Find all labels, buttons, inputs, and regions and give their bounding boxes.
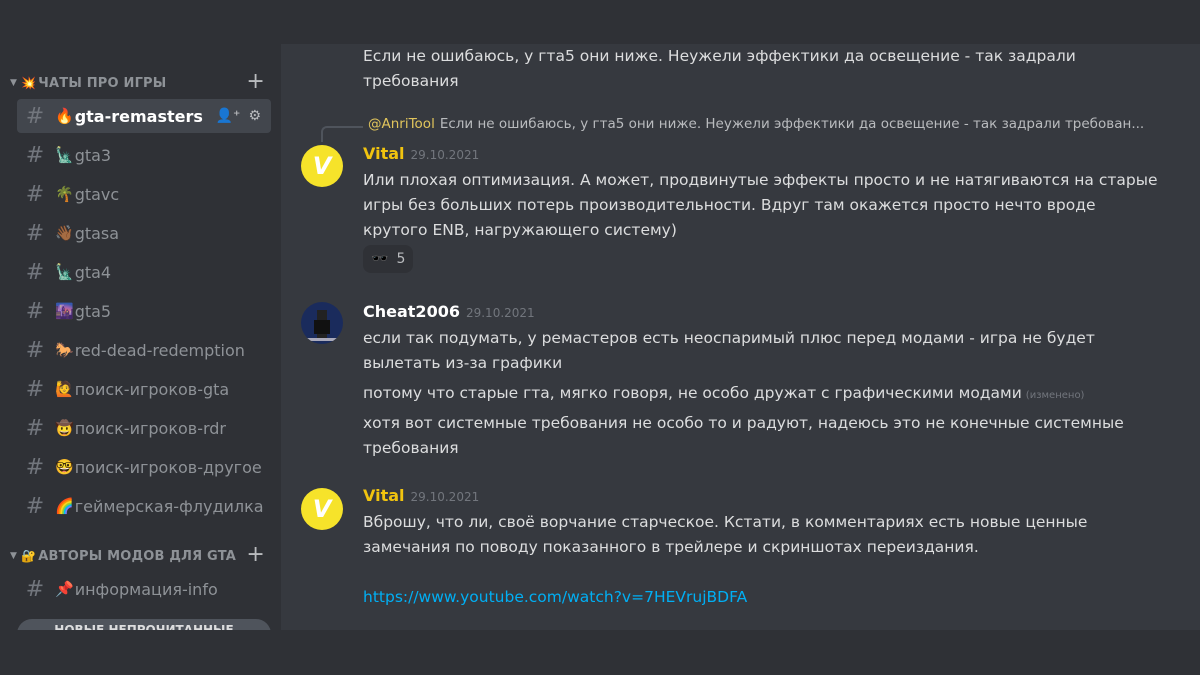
channel-label: gta4 — [74, 262, 112, 282]
message-text: Вброшу, что ли, своё ворчание старческое… — [363, 513, 1088, 556]
reply-connector — [321, 126, 363, 142]
channel-emoji: 🤓 — [55, 458, 74, 476]
message-text: если так подумать, у ремастеров есть нео… — [363, 329, 1095, 372]
timestamp: 29.10.2021 — [410, 148, 480, 162]
channel-find-players-other[interactable]: # 🤓 поиск-игроков-другое — [17, 450, 271, 484]
channel-label: gta3 — [74, 145, 112, 165]
minecraft-skin-icon — [307, 310, 337, 341]
category-emoji: 🔐 — [21, 549, 37, 563]
channel-find-players-rdr[interactable]: # 🤠 поиск-игроков-rdr — [17, 411, 271, 445]
new-unread-button[interactable]: НОВЫЕ НЕПРОЧИТАННЫЕ — [17, 619, 271, 630]
chevron-down-icon: ▼ — [10, 78, 18, 88]
channel-label: gta-remasters — [74, 106, 203, 126]
avatar[interactable]: V — [301, 145, 343, 187]
gear-icon[interactable]: ⚙ — [248, 108, 261, 124]
channel-emoji: 👋🏾 — [55, 224, 74, 242]
hash-icon: # — [25, 376, 45, 402]
hash-icon: # — [25, 220, 45, 246]
channel-label: поиск-игроков-rdr — [74, 418, 227, 438]
channel-gtasa[interactable]: # 👋🏾 gtasa — [17, 216, 271, 250]
message-text: хотя вот системные требования не особо т… — [363, 414, 1124, 457]
channel-label: gtavc — [74, 184, 120, 204]
channel-label: геймерская-флудилка — [74, 496, 264, 516]
channel-emoji: 🙋 — [55, 380, 74, 398]
category-games-chats[interactable]: ▼ 💥 ЧАТЫ ПРО ИГРЫ + — [10, 69, 265, 94]
channel-label: поиск-игроков-другое — [74, 457, 262, 477]
channel-red-dead-redemption[interactable]: # 🐎 red-dead-redemption — [17, 333, 271, 367]
channel-emoji: 🌆 — [55, 302, 74, 320]
hash-icon: # — [25, 415, 45, 441]
channel-gtavc[interactable]: # 🌴 gtavc — [17, 177, 271, 211]
channel-emoji: 📌 — [55, 580, 74, 598]
edited-label: (изменено) — [1025, 390, 1085, 401]
category-emoji: 💥 — [21, 76, 37, 90]
message-area: Если не ошибаюсь, у гта5 они ниже. Неуже… — [281, 44, 1200, 630]
hash-icon: # — [25, 493, 45, 519]
category-label: ЧАТЫ ПРО ИГРЫ — [38, 75, 167, 91]
channel-emoji: 🔥 — [55, 107, 74, 125]
youtube-link[interactable]: https://www.youtube.com/watch?v=7HEVrujB… — [363, 585, 1163, 610]
avatar[interactable] — [301, 302, 343, 344]
category-mod-authors[interactable]: ▼ 🔐 АВТОРЫ МОДОВ ДЛЯ GTA + — [10, 542, 265, 567]
channel-emoji: 🗽 — [55, 263, 74, 281]
avatar[interactable]: V — [301, 488, 343, 530]
channel-label: gtasa — [74, 223, 120, 243]
top-bar — [0, 0, 1200, 44]
create-channel-icon[interactable]: + — [246, 69, 265, 94]
channel-emoji: 🌴 — [55, 185, 74, 203]
channel-gamer-flood[interactable]: # 🌈 геймерская-флудилка — [17, 489, 271, 523]
channel-gta3[interactable]: # 🗽 gta3 — [17, 138, 271, 172]
hash-icon: # — [25, 337, 45, 363]
category-label: АВТОРЫ МОДОВ ДЛЯ GTA — [38, 548, 237, 564]
channel-gta-remasters[interactable]: # 🔥 gta-remasters 👤⁺ ⚙ — [17, 99, 271, 133]
channel-find-players-gta[interactable]: # 🙋 поиск-игроков-gta — [17, 372, 271, 406]
message-text: Если не ошибаюсь, у гта5 они ниже. Неуже… — [363, 47, 1076, 90]
timestamp: 29.10.2021 — [465, 306, 535, 320]
author-name[interactable]: Cheat2006 — [363, 302, 460, 321]
channel-label: поиск-игроков-gta — [74, 379, 230, 399]
message-text: потому что старые гта, мягко говоря, не … — [363, 381, 1163, 408]
channel-gta5[interactable]: # 🌆 gta5 — [17, 294, 271, 328]
reply-author[interactable]: @AnriTool — [368, 116, 435, 132]
reaction-count: 5 — [396, 251, 406, 267]
channel-label: gta5 — [74, 301, 112, 321]
hash-icon: # — [25, 576, 45, 602]
hash-icon: # — [25, 298, 45, 324]
channel-emoji: 🤠 — [55, 419, 74, 437]
channel-label: информация-info — [74, 579, 218, 599]
hash-icon: # — [25, 142, 45, 168]
message-line: потому что старые гта, мягко говоря, не … — [363, 384, 1022, 402]
channel-gta4[interactable]: # 🗽 gta4 — [17, 255, 271, 289]
channel-emoji: 🐎 — [55, 341, 74, 359]
reply-preview[interactable]: @AnriTool Если не ошибаюсь, у гта5 они н… — [363, 116, 1143, 132]
author-name[interactable]: Vital — [363, 144, 405, 163]
message-text: Или плохая оптимизация. А может, продвин… — [363, 171, 1158, 239]
create-channel-icon[interactable]: + — [246, 542, 265, 567]
message-author[interactable]: Vital 29.10.2021 — [363, 486, 479, 505]
channel-emoji: 🗽 — [55, 146, 74, 164]
hash-icon: # — [25, 181, 45, 207]
invite-member-icon[interactable]: 👤⁺ — [216, 108, 241, 124]
message-author[interactable]: Vital 29.10.2021 — [363, 144, 479, 163]
channel-sidebar: ▼ 💥 ЧАТЫ ПРО ИГРЫ + # 🔥 gta-remasters 👤⁺… — [0, 44, 281, 630]
author-name[interactable]: Vital — [363, 486, 405, 505]
reply-text: Если не ошибаюсь, у гта5 они ниже. Неуже… — [439, 116, 1143, 132]
reaction-button[interactable]: 🕶️ 5 — [363, 245, 414, 273]
hash-icon: # — [25, 454, 45, 480]
timestamp: 29.10.2021 — [410, 490, 480, 504]
sunglasses-icon: 🕶️ — [371, 251, 389, 267]
channel-emoji: 🌈 — [55, 497, 74, 515]
bottom-bar — [0, 630, 1200, 675]
message-author[interactable]: Cheat2006 29.10.2021 — [363, 302, 535, 321]
channel-label: red-dead-redemption — [74, 340, 245, 360]
chevron-down-icon: ▼ — [10, 551, 18, 561]
hash-icon: # — [25, 103, 45, 129]
hash-icon: # — [25, 259, 45, 285]
channel-info[interactable]: # 📌 информация-info — [17, 572, 271, 606]
